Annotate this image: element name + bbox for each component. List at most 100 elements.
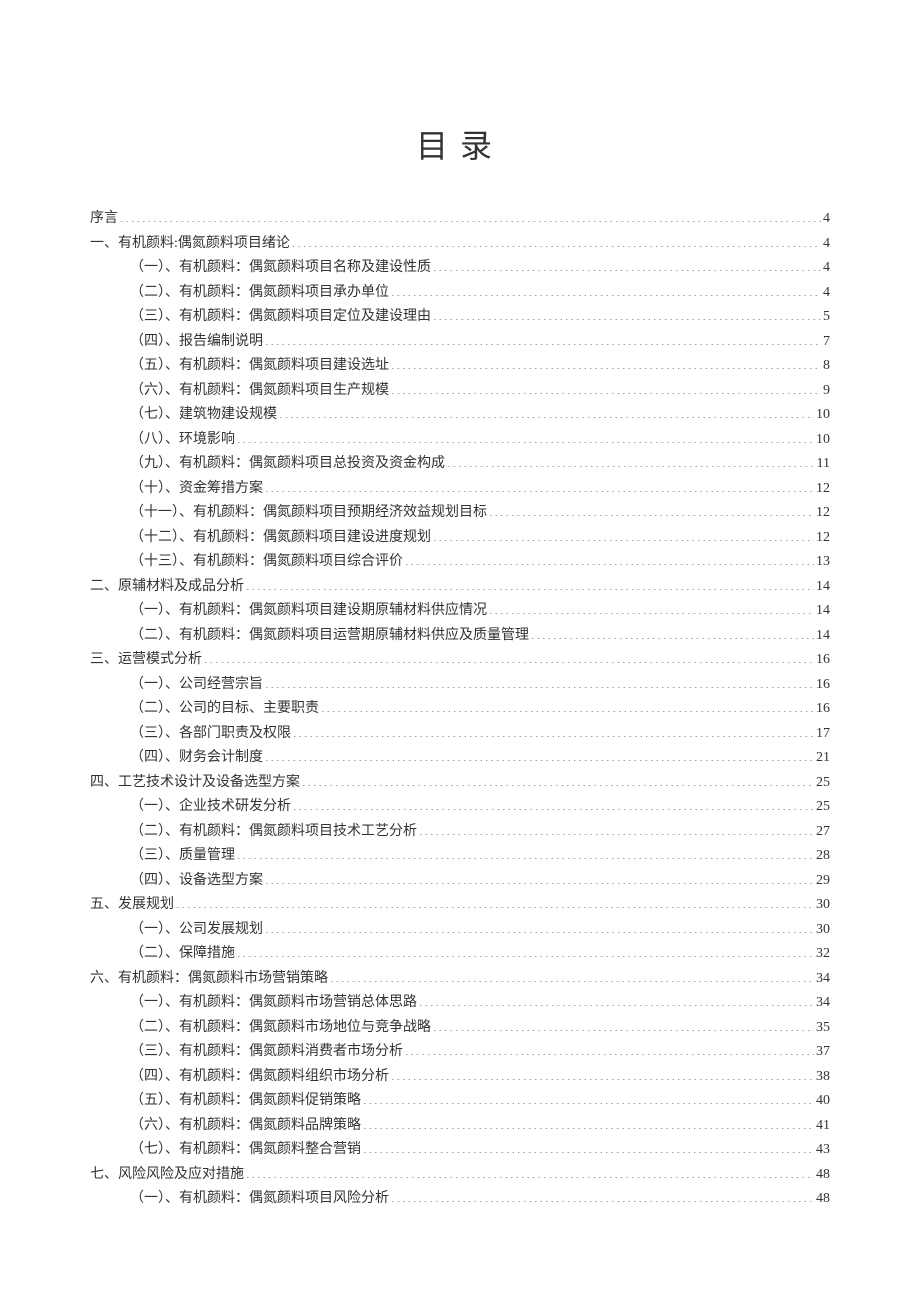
toc-leader-dots xyxy=(419,821,814,835)
toc-title: 目录 xyxy=(90,121,830,167)
toc-entry: （九）、有机颜料：偶氮颜料项目总投资及资金构成11 xyxy=(90,452,830,477)
toc-leader-dots xyxy=(246,576,814,590)
toc-entry-page: 16 xyxy=(816,648,830,673)
toc-entry-label: （一）、有机颜料：偶氮颜料项目建设期原辅材料供应情况 xyxy=(130,599,487,624)
toc-entry: （二）、公司的目标、主要职责 16 xyxy=(90,697,830,722)
toc-entry-label: （二）、有机颜料：偶氮颜料市场地位与竞争战略 xyxy=(130,1016,431,1041)
toc-entry-label: 二、原辅材料及成品分析 xyxy=(90,575,244,600)
toc-entry-page: 12 xyxy=(816,477,830,502)
toc-leader-dots xyxy=(391,355,821,369)
toc-entry-label: 六、有机颜料：偶氮颜料市场营销策略 xyxy=(90,967,328,992)
toc-entry: （八）、环境影响 10 xyxy=(90,428,830,453)
toc-leader-dots xyxy=(246,1164,814,1178)
toc-entry-page: 30 xyxy=(816,918,830,943)
toc-entry: （一）、有机颜料：偶氮颜料市场营销总体思路34 xyxy=(90,991,830,1016)
toc-entry: （二）、有机颜料：偶氮颜料项目技术工艺分析 27 xyxy=(90,820,830,845)
toc-entry-label: （一）、企业技术研发分析 xyxy=(130,795,291,820)
toc-entry-page: 25 xyxy=(816,771,830,796)
toc-leader-dots xyxy=(176,894,814,908)
toc-entry-page: 12 xyxy=(816,501,830,526)
toc-entry-label: （五）、有机颜料：偶氮颜料促销策略 xyxy=(130,1089,361,1114)
toc-entry-label: （一）、公司发展规划 xyxy=(130,918,263,943)
toc-leader-dots xyxy=(293,796,814,810)
toc-leader-dots xyxy=(265,331,821,345)
toc-entry-label: （九）、有机颜料：偶氮颜料项目总投资及资金构成 xyxy=(130,452,445,477)
toc-leader-dots xyxy=(405,551,814,565)
toc-entry-page: 28 xyxy=(816,844,830,869)
toc-entry-label: 五、发展规划 xyxy=(90,893,174,918)
toc-entry-page: 30 xyxy=(816,893,830,918)
toc-leader-dots xyxy=(363,1115,814,1129)
toc-entry: （二）、有机颜料：偶氮颜料项目承办单位4 xyxy=(90,281,830,306)
toc-entry-page: 29 xyxy=(816,869,830,894)
toc-entry-label: （二）、保障措施 xyxy=(130,942,235,967)
toc-entry: （三）、质量管理28 xyxy=(90,844,830,869)
toc-leader-dots xyxy=(363,1139,814,1153)
toc-entry-page: 16 xyxy=(816,697,830,722)
toc-entry: （一）、公司经营宗旨16 xyxy=(90,673,830,698)
toc-entry: （四）、有机颜料：偶氮颜料组织市场分析38 xyxy=(90,1065,830,1090)
toc-leader-dots xyxy=(363,1090,814,1104)
toc-entry-page: 35 xyxy=(816,1016,830,1041)
toc-leader-dots xyxy=(265,919,814,933)
toc-entry: （三）、有机颜料：偶氮颜料项目定位及建设理由5 xyxy=(90,305,830,330)
toc-entry-label: （四）、报告编制说明 xyxy=(130,330,263,355)
toc-entry-label: 七、风险风险及应对措施 xyxy=(90,1163,244,1188)
toc-entry: 序言 4 xyxy=(90,207,830,232)
toc-entry-label: （四）、财务会计制度 xyxy=(130,746,263,771)
toc-leader-dots xyxy=(292,233,821,247)
toc-entry-page: 4 xyxy=(823,256,830,281)
toc-entry-label: （六）、有机颜料：偶氮颜料项目生产规模 xyxy=(130,379,389,404)
toc-leader-dots xyxy=(237,943,814,957)
toc-leader-dots xyxy=(265,674,814,688)
toc-leader-dots xyxy=(265,870,814,884)
toc-entry: （二）、保障措施 32 xyxy=(90,942,830,967)
toc-entry-page: 37 xyxy=(816,1040,830,1065)
toc-entry-page: 16 xyxy=(816,673,830,698)
toc-entry-page: 41 xyxy=(816,1114,830,1139)
toc-entry-page: 32 xyxy=(816,942,830,967)
toc-entry-label: （四）、设备选型方案 xyxy=(130,869,263,894)
toc-entry: （四）、财务会计制度21 xyxy=(90,746,830,771)
toc-entry-page: 9 xyxy=(823,379,830,404)
toc-entry-label: 序言 xyxy=(90,207,118,232)
toc-leader-dots xyxy=(419,992,814,1006)
toc-entry: （一）、有机颜料：偶氮颜料项目风险分析48 xyxy=(90,1187,830,1212)
toc-entry: 一、有机颜料:偶氮颜料项目绪论 4 xyxy=(90,232,830,257)
toc-entry-label: （三）、各部门职责及权限 xyxy=(130,722,291,747)
toc-entry-label: （三）、有机颜料：偶氮颜料消费者市场分析 xyxy=(130,1040,403,1065)
toc-entry-page: 17 xyxy=(816,722,830,747)
toc-entry: （二）、有机颜料：偶氮颜料市场地位与竞争战略 35 xyxy=(90,1016,830,1041)
toc-entry: （一）、有机颜料：偶氮颜料项目建设期原辅材料供应情况 14 xyxy=(90,599,830,624)
toc-entry-page: 38 xyxy=(816,1065,830,1090)
toc-entry: （十一）、有机颜料：偶氮颜料项目预期经济效益规划目标 12 xyxy=(90,501,830,526)
toc-entry-label: （十一）、有机颜料：偶氮颜料项目预期经济效益规划目标 xyxy=(130,501,487,526)
toc-entry-page: 34 xyxy=(816,991,830,1016)
toc-leader-dots xyxy=(391,282,821,296)
toc-leader-dots xyxy=(489,600,814,614)
toc-entry-label: （十）、资金筹措方案 xyxy=(130,477,263,502)
toc-entry-page: 10 xyxy=(816,428,830,453)
toc-entry-page: 4 xyxy=(823,207,830,232)
toc-entry: （四）、报告编制说明7 xyxy=(90,330,830,355)
toc-entry: （十）、资金筹措方案 12 xyxy=(90,477,830,502)
toc-entry-page: 48 xyxy=(816,1163,830,1188)
toc-leader-dots xyxy=(237,429,814,443)
toc-leader-dots xyxy=(237,845,814,859)
toc-entry-label: （二）、公司的目标、主要职责 xyxy=(130,697,319,722)
toc-entry-label: 三、运营模式分析 xyxy=(90,648,202,673)
toc-entry: 三、运营模式分析 16 xyxy=(90,648,830,673)
toc-leader-dots xyxy=(391,380,821,394)
toc-entry: 六、有机颜料：偶氮颜料市场营销策略34 xyxy=(90,967,830,992)
toc-entry-label: 一、有机颜料:偶氮颜料项目绪论 xyxy=(90,232,290,257)
toc-entry: （七）、有机颜料：偶氮颜料整合营销43 xyxy=(90,1138,830,1163)
toc-entry-label: （二）、有机颜料：偶氮颜料项目技术工艺分析 xyxy=(130,820,417,845)
toc-leader-dots xyxy=(204,649,814,663)
toc-leader-dots xyxy=(265,747,814,761)
toc-entry-page: 14 xyxy=(816,599,830,624)
toc-entry-page: 4 xyxy=(823,232,830,257)
toc-entry-label: （八）、环境影响 xyxy=(130,428,235,453)
toc-leader-dots xyxy=(433,257,821,271)
toc-entry: （三）、各部门职责及权限 17 xyxy=(90,722,830,747)
toc-entry-page: 27 xyxy=(816,820,830,845)
